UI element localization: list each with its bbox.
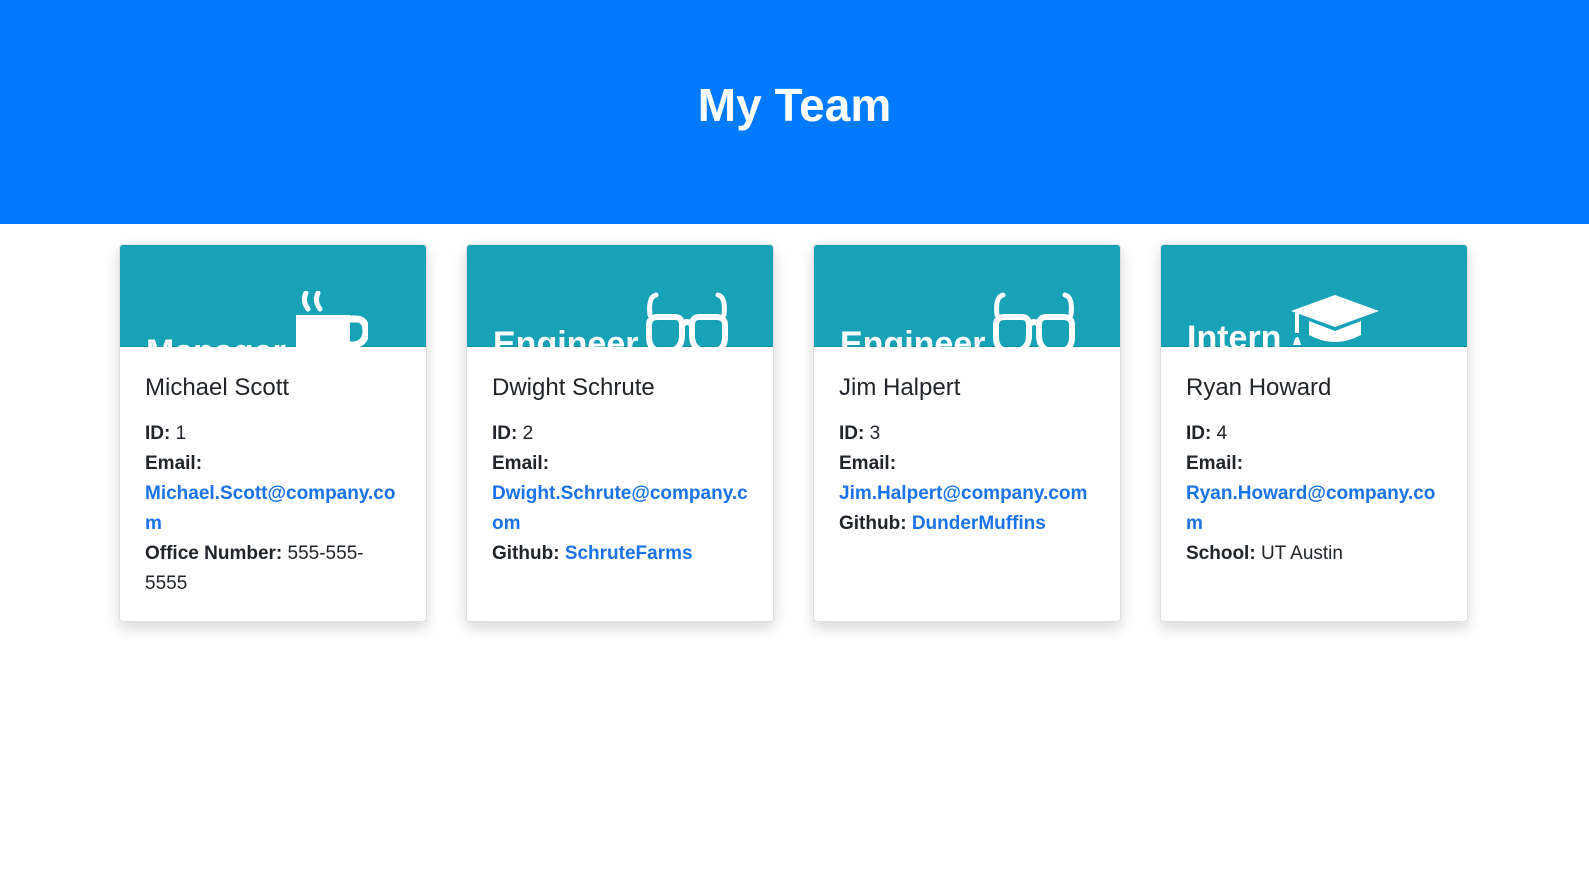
- card-body: Jim Halpert ID: 3 Email: Jim.Halpert@com…: [814, 347, 1120, 559]
- github-row: Github: SchruteFarms: [492, 543, 693, 564]
- card-body: Dwight Schrute ID: 2 Email: Dwight.Schru…: [467, 347, 773, 589]
- employee-name: Ryan Howard: [1186, 374, 1332, 401]
- role-label: Manager: [146, 333, 286, 371]
- employee-name: Jim Halpert: [839, 374, 961, 401]
- email-link[interactable]: Jim.Halpert@company.com: [839, 483, 1087, 504]
- card-header: Engineer: [467, 245, 773, 363]
- card-header: Engineer: [814, 245, 1120, 363]
- role-label: Intern: [1187, 319, 1282, 357]
- role-label: Engineer: [840, 325, 986, 363]
- id-row: ID: 4: [1186, 423, 1228, 444]
- employee-card-engineer: Engineer Dwight Schrute ID: 2 Email: Dwi…: [466, 244, 774, 622]
- github-row: Github: DunderMuffins: [839, 513, 1046, 534]
- email-link[interactable]: Dwight.Schrute@company.com: [492, 483, 748, 534]
- id-row: ID: 2: [492, 423, 534, 444]
- email-link[interactable]: Michael.Scott@company.com: [145, 483, 395, 534]
- page-title: My Team: [697, 79, 892, 131]
- id-row: ID: 3: [839, 423, 881, 444]
- email-row: Email:: [1186, 453, 1244, 474]
- employee-card-intern: Intern Ryan Howard ID: 4 Email: Ryan.How…: [1160, 244, 1468, 622]
- email-link[interactable]: Ryan.Howard@company.com: [1186, 483, 1435, 534]
- id-value: 2: [522, 423, 534, 444]
- id-value: 3: [869, 423, 881, 444]
- id-value: 4: [1216, 423, 1228, 444]
- card-body: Michael Scott ID: 1 Email: Michael.Scott…: [120, 347, 426, 619]
- id-value: 1: [175, 423, 187, 444]
- github-link[interactable]: DunderMuffins: [912, 513, 1046, 534]
- employee-name: Dwight Schrute: [492, 374, 655, 401]
- employee-card-engineer: Engineer Jim Halpert ID: 3 Email: Jim.Ha…: [813, 244, 1121, 622]
- github-link[interactable]: SchruteFarms: [565, 543, 693, 564]
- school-value: UT Austin: [1260, 543, 1343, 564]
- role-label: Engineer: [493, 325, 639, 363]
- card-header: Manager: [120, 245, 426, 371]
- page-header: My Team: [0, 0, 1589, 224]
- email-row: Email:: [839, 453, 897, 474]
- glasses-icon: [646, 291, 729, 364]
- coffee-mug-icon: [294, 290, 370, 372]
- employee-card-manager: Manager Michael Scott ID: 1 Email: Micha…: [119, 244, 427, 622]
- glasses-icon: [993, 291, 1076, 364]
- card-body: Ryan Howard ID: 4 Email: Ryan.Howard@com…: [1161, 347, 1467, 589]
- email-row: Email:: [145, 453, 203, 474]
- office-number-row: Office Number: 555-555-5555: [145, 543, 364, 594]
- employee-name: Michael Scott: [145, 374, 290, 401]
- team-cards: Manager Michael Scott ID: 1 Email: Micha…: [119, 244, 1468, 622]
- card-header: Intern: [1161, 245, 1467, 357]
- school-row: School: UT Austin: [1186, 543, 1343, 564]
- graduation-cap-icon: [1289, 291, 1381, 358]
- email-row: Email:: [492, 453, 550, 474]
- id-row: ID: 1: [145, 423, 187, 444]
